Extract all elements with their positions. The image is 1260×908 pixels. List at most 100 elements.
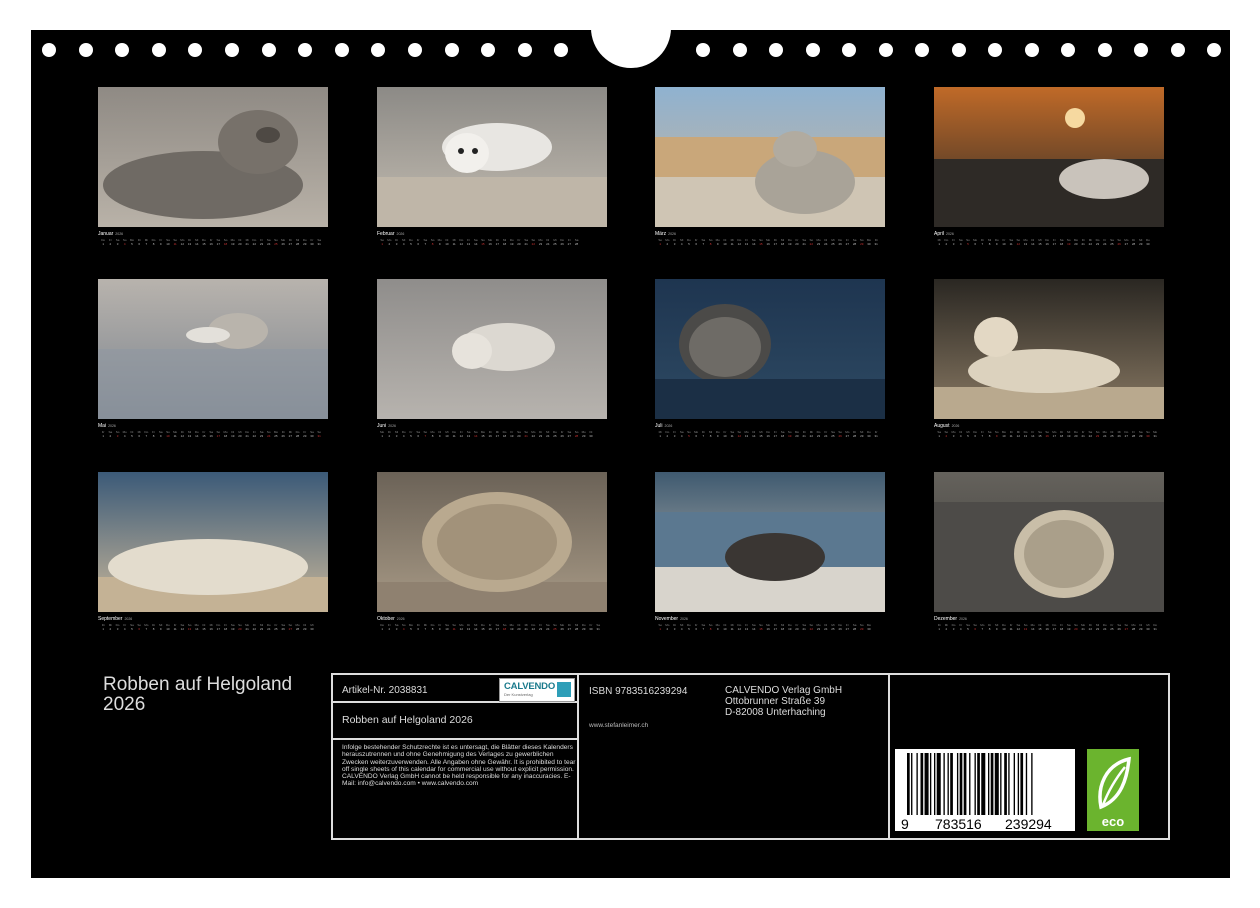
calendar-day: Mi 15 xyxy=(1038,238,1042,246)
calendar-day: Di 28 xyxy=(1131,238,1136,246)
calendar-day: Do 1 xyxy=(101,238,106,246)
calendar-day: Fr 17 xyxy=(773,430,777,438)
calendar-day: Fr 20 xyxy=(517,238,521,246)
calendar-day: Mo 21 xyxy=(1081,623,1086,631)
calendar-day: Mo 14 xyxy=(194,623,199,631)
calendar-day: Do 10 xyxy=(166,623,170,631)
calendar-day: Mi 12 xyxy=(1016,430,1020,438)
calendar-day: Mi 18 xyxy=(502,238,507,246)
calendar-day: Di 28 xyxy=(852,430,857,438)
month-name: September 2026 xyxy=(98,616,133,622)
calendar-day: So 10 xyxy=(166,430,170,438)
binding-hole xyxy=(554,43,569,57)
month-september: September 2026 Di 1 Mi 2 Do 3 Fr 4 Sa 5 So 6 Mo 7 Di 8 Mi 9… xyxy=(98,472,328,631)
calendar-day: Mo 16 xyxy=(766,623,771,631)
calendar-day: Mo 16 xyxy=(766,238,771,246)
binding-hole xyxy=(878,43,893,57)
calendar-day: So 5 xyxy=(687,430,691,438)
calendar-day: Mi 5 xyxy=(966,430,970,438)
calendar-day: Do 1 xyxy=(380,623,385,631)
seal-photo xyxy=(655,87,885,227)
calendar-day: So 8 xyxy=(430,238,435,246)
calendar-day: Di 31 xyxy=(874,238,878,246)
calendar-day: Sa 21 xyxy=(802,238,806,246)
calendar-day: Fr 27 xyxy=(567,238,571,246)
calendar-day: So 20 xyxy=(238,623,242,631)
month-name: März 2026 xyxy=(655,231,676,237)
calendar-day: So 13 xyxy=(1023,623,1028,631)
calendar-day: Do 6 xyxy=(973,430,978,438)
binding-hole xyxy=(696,43,710,57)
calendar-day: So 6 xyxy=(973,623,977,631)
binding-hole xyxy=(769,43,783,57)
calendar-day: So 3 xyxy=(115,430,120,438)
day-strip: Sa 1 So 2 Mo 3 Di 4 Mi 5 Do 6 Fr 7 Sa 8 So 9 Mo 10 Di 11 Mi 12 D… xyxy=(934,430,1164,438)
calendar-day: Di 24 xyxy=(546,238,550,246)
day-strip: Mo 1 Di 2 Mi 3 Do 4 Fr 5 Sa 6 So 7 Mo 8 Di 9 Mi 10 Do 11 Fr 12 S… xyxy=(377,430,607,438)
calendar-day: Mo 23 xyxy=(816,623,821,631)
month-april: April 2026 Mi 1 Do 2 Fr 3 Sa 4 So 5 Mo 6 Di 7 Mi 8 Do 9 Fr 10… xyxy=(934,87,1164,246)
month-name: Oktober 2026 xyxy=(377,616,405,622)
calendar-day: Sa 18 xyxy=(780,430,785,438)
calendar-day: Fr 9 xyxy=(438,623,442,631)
calendar-day: Do 11 xyxy=(452,430,457,438)
calendar-day: So 18 xyxy=(223,238,228,246)
calendar-day: Fr 17 xyxy=(1052,238,1056,246)
calendar-day: Sa 24 xyxy=(545,623,550,631)
calendar-day: Di 20 xyxy=(517,623,521,631)
calendar-day: Mi 28 xyxy=(574,623,579,631)
calendar-day: Mo 20 xyxy=(1073,238,1079,246)
calendar-day: Sa 29 xyxy=(1138,430,1143,438)
day-strip: Di 1 Mi 2 Do 3 Fr 4 Sa 5 So 6 Mo 7 Di 8 Mi 9 Do 10 Fr 11 Sa 12 S… xyxy=(934,623,1164,631)
calendar-day: Fr 1 xyxy=(101,430,105,438)
calendar-day: So 28 xyxy=(574,430,579,438)
calendar-day: Do 23 xyxy=(816,430,821,438)
calendar-day: Do 13 xyxy=(1023,430,1028,438)
calendar-day: Mo 9 xyxy=(715,238,720,246)
calendar-day: Fr 19 xyxy=(510,430,514,438)
month-name: Juli 2026 xyxy=(655,423,673,429)
binding-hole xyxy=(517,43,532,57)
calendar-day: Sa 5 xyxy=(966,623,970,631)
calendar-day: Sa 4 xyxy=(958,238,963,246)
website: www.stefanleimer.ch xyxy=(589,722,649,729)
calendar-day: Mo 16 xyxy=(488,238,493,246)
calendar-day: Di 8 xyxy=(988,623,991,631)
calendar-day: So 27 xyxy=(1124,623,1129,631)
calendar-day: Sa 12 xyxy=(1016,623,1021,631)
hanger-cutout xyxy=(591,0,671,68)
day-strip: Do 1 Fr 2 Sa 3 So 4 Mo 5 Di 6 Mi 7 Do 8 Fr 9 Sa 10 So 11 Mo 12 D… xyxy=(98,238,328,246)
calendar-day: Fr 18 xyxy=(223,623,228,631)
month-name: Dezember 2026 xyxy=(934,616,967,622)
binding-hole xyxy=(78,43,93,57)
calendar-day: Fr 10 xyxy=(723,430,727,438)
calendar-day: Sa 17 xyxy=(495,623,500,631)
calendar-day: Fr 22 xyxy=(252,430,256,438)
calendar-day: So 14 xyxy=(473,430,478,438)
calendar-day: So 23 xyxy=(1095,430,1100,438)
calendar-day: Mi 20 xyxy=(238,430,242,438)
svg-text:eco: eco xyxy=(1102,814,1124,829)
calendar-day: Di 5 xyxy=(130,430,134,438)
calendar-day: Fr 9 xyxy=(159,238,163,246)
calendar-day: Sa 7 xyxy=(701,623,706,631)
calendar-day: So 8 xyxy=(708,623,713,631)
calendar-day: Fr 31 xyxy=(874,430,878,438)
binding-hole xyxy=(1097,43,1112,57)
calendar-day: Do 12 xyxy=(737,623,742,631)
calendar-day: Fr 8 xyxy=(152,430,155,438)
binding-hole xyxy=(261,43,276,57)
calendar-day: So 29 xyxy=(859,238,864,246)
calendar-day: Sa 26 xyxy=(1117,623,1121,631)
calendar-day: Sa 3 xyxy=(394,623,399,631)
month-märz: März 2026 So 1 Mo 2 Di 3 Mi 4 Do 5 Fr 6 Sa 7 So 8 Mo 9 Di 10 M… xyxy=(655,87,885,246)
calendar-day: Mi 1 xyxy=(658,430,662,438)
binding-hole xyxy=(298,43,313,57)
binding-hole xyxy=(805,43,820,57)
calendar-day: Mo 19 xyxy=(230,238,235,246)
calendar-day: Mi 9 xyxy=(159,623,163,631)
calendar-day: So 18 xyxy=(502,623,507,631)
calendar-day: Mo 5 xyxy=(129,238,135,246)
calendar-day: Mi 2 xyxy=(944,623,948,631)
binding-hole xyxy=(188,43,203,57)
